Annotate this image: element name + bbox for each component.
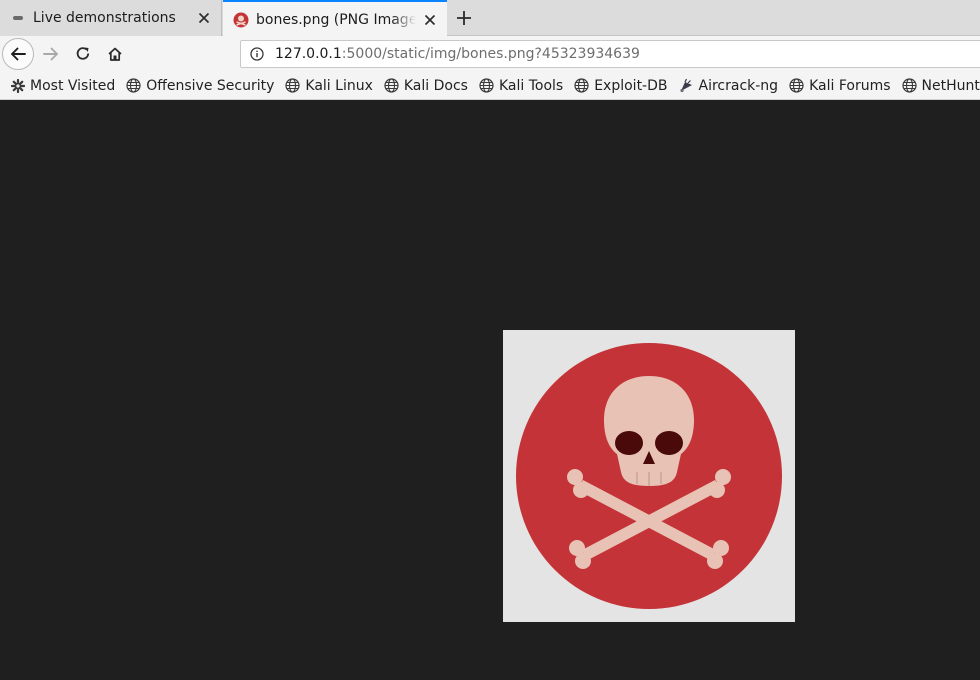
- info-icon[interactable]: [249, 46, 265, 62]
- close-icon[interactable]: [422, 12, 438, 28]
- plus-icon: [457, 11, 471, 25]
- bookmark-label: NetHunter: [921, 77, 980, 94]
- tab-live-demonstrations[interactable]: Live demonstrations: [0, 0, 222, 36]
- bookmark-kali-tools[interactable]: Kali Tools: [479, 78, 563, 94]
- globe-icon: [789, 78, 804, 93]
- tab-strip: Live demonstrations bones.png (PNG Image…: [0, 0, 980, 37]
- globe-icon: [384, 78, 399, 93]
- bookmark-label: Aircrack-ng: [698, 77, 779, 94]
- bookmark-exploit-db[interactable]: Exploit-DB: [574, 77, 668, 94]
- bookmark-offensive-security[interactable]: Offensive Security: [126, 78, 274, 94]
- bookmark-label: Kali Linux: [305, 77, 373, 94]
- tab-bones-png[interactable]: bones.png (PNG Image, 2: [223, 0, 447, 37]
- home-icon: [108, 47, 122, 61]
- new-tab-button[interactable]: [452, 6, 476, 30]
- skull-favicon-icon: [233, 12, 249, 28]
- skull-and-crossbones-image[interactable]: [503, 330, 795, 622]
- bookmark-label: Kali Docs: [403, 77, 468, 94]
- gear-icon: [10, 78, 25, 93]
- bookmark-kali-docs[interactable]: Kali Docs: [384, 78, 468, 94]
- bookmark-aircrack-ng[interactable]: Aircrack-ng: [679, 77, 779, 94]
- close-icon[interactable]: [196, 10, 212, 26]
- url-host: 127.0.0.1: [275, 46, 342, 62]
- forward-button[interactable]: [35, 38, 67, 70]
- antenna-icon: [679, 78, 694, 93]
- back-button[interactable]: [2, 38, 34, 70]
- reload-button[interactable]: [67, 38, 99, 70]
- navigation-bar: 127.0.0.1:5000/static/img/bones.png?4532…: [0, 36, 980, 72]
- bookmark-label: Most Visited: [30, 77, 116, 94]
- bookmark-kali-linux[interactable]: Kali Linux: [285, 77, 373, 94]
- bookmark-label: Kali Forums: [809, 77, 891, 94]
- bookmark-label: Exploit-DB: [594, 77, 668, 94]
- image-viewer: [0, 100, 980, 680]
- bookmark-nethunter[interactable]: NetHunter: [901, 77, 980, 94]
- page-icon: [10, 10, 26, 26]
- bookmark-most-visited[interactable]: Most Visited: [10, 78, 115, 94]
- bookmarks-toolbar: Most Visited Offensive Security Kali Lin…: [0, 72, 980, 100]
- url-path: :5000/static/img/bones.png?45323934639: [341, 46, 640, 62]
- tab-title: Live demonstrations: [33, 10, 176, 26]
- reload-icon: [76, 47, 90, 60]
- globe-icon: [285, 78, 301, 93]
- globe-icon: [901, 78, 917, 93]
- arrow-left-icon: [11, 47, 26, 61]
- home-button[interactable]: [99, 38, 131, 70]
- skull-and-crossbones-icon: [503, 330, 795, 622]
- globe-icon: [574, 78, 589, 93]
- url-bar[interactable]: 127.0.0.1:5000/static/img/bones.png?4532…: [240, 40, 980, 68]
- arrow-right-icon: [43, 47, 58, 61]
- browser-chrome: Live demonstrations bones.png (PNG Image…: [0, 0, 980, 100]
- bookmark-label: Offensive Security: [146, 77, 275, 94]
- bookmark-kali-forums[interactable]: Kali Forums: [789, 77, 891, 94]
- globe-icon: [126, 78, 141, 93]
- globe-icon: [479, 78, 494, 93]
- tab-title: bones.png (PNG Image, 2: [256, 11, 416, 28]
- bookmark-label: Kali Tools: [498, 77, 564, 94]
